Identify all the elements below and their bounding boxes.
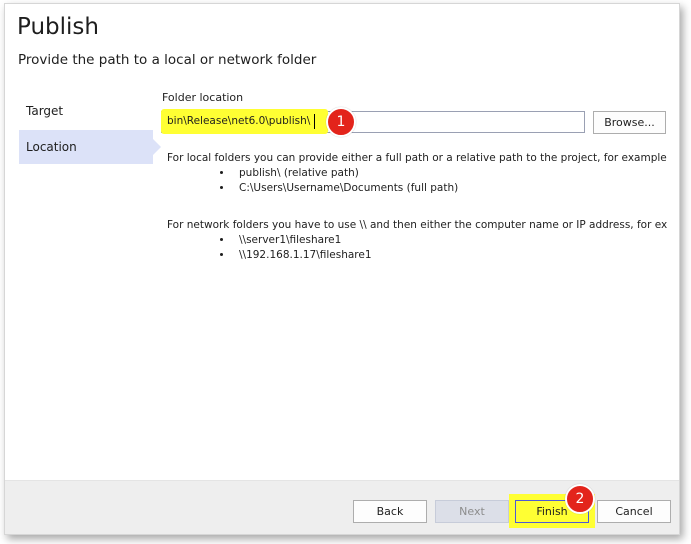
local-examples-list: publish\ (relative path) C:\Users\Userna… — [167, 166, 667, 196]
list-item: \\server1\fileshare1 — [233, 233, 667, 248]
browse-button[interactable]: Browse... — [593, 111, 666, 134]
text-caret — [314, 114, 315, 129]
back-button[interactable]: Back — [353, 500, 427, 523]
network-folders-intro: For network folders you have to use \\ a… — [167, 219, 667, 231]
local-folders-intro: For local folders you can provide either… — [167, 152, 667, 164]
wizard-nav: Target Location — [19, 94, 161, 164]
list-item: publish\ (relative path) — [233, 166, 667, 181]
next-button[interactable]: Next — [435, 500, 509, 523]
network-examples-list: \\server1\fileshare1 \\192.168.1.17\file… — [167, 233, 667, 263]
publish-dialog: Publish Provide the path to a local or n… — [4, 3, 680, 535]
dialog-title: Publish — [17, 14, 99, 40]
list-item: C:\Users\Username\Documents (full path) — [233, 181, 667, 196]
list-item: \\192.168.1.17\fileshare1 — [233, 248, 667, 263]
step-2-badge: 2 — [565, 484, 595, 514]
nav-item-target[interactable]: Target — [19, 94, 153, 128]
help-text: For local folders you can provide either… — [167, 151, 667, 263]
dialog-subtitle: Provide the path to a local or network f… — [18, 52, 317, 68]
cancel-button[interactable]: Cancel — [597, 500, 671, 523]
nav-item-location[interactable]: Location — [19, 130, 161, 164]
path-highlight — [161, 109, 328, 134]
folder-location-label: Folder location — [162, 91, 244, 104]
step-1-badge: 1 — [326, 107, 356, 137]
dialog-footer: Back Next Finish Cancel 2 — [5, 480, 679, 534]
